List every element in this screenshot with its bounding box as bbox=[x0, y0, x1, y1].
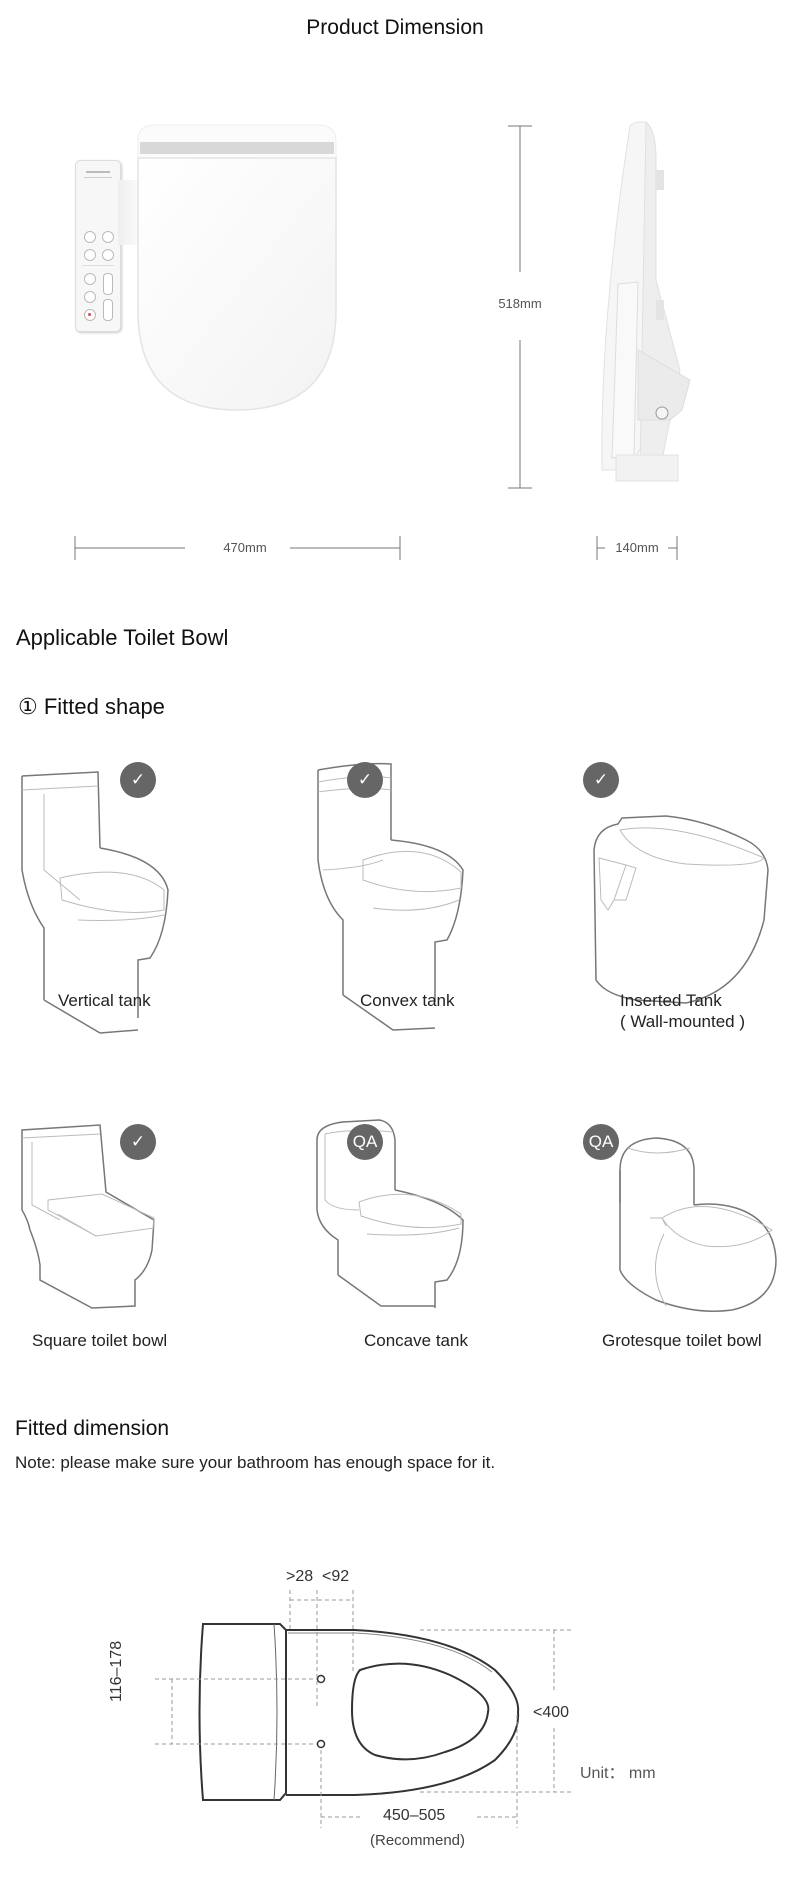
shape-card-concave-tank: QA Concave tank bbox=[263, 1110, 526, 1360]
shape-label: Convex tank bbox=[360, 991, 455, 1010]
width-label: 470mm bbox=[223, 540, 267, 555]
shape-label: Vertical tank bbox=[58, 991, 151, 1010]
check-icon: ✓ bbox=[130, 1132, 146, 1151]
fitted-shape-subheading: ① Fitted shape bbox=[18, 694, 165, 719]
shape-card-vertical-tank: ✓ Vertical tank bbox=[0, 750, 263, 1034]
shape-card-convex-tank: ✓ Convex tank bbox=[263, 750, 526, 1031]
recommend-label: (Recommend) bbox=[370, 1832, 466, 1849]
product-side-view bbox=[601, 120, 691, 482]
width-max-label: <400 bbox=[533, 1704, 570, 1721]
height-label: 518mm bbox=[498, 296, 542, 311]
depth-label: 140mm bbox=[615, 540, 659, 555]
applicable-heading: Applicable Toilet Bowl bbox=[16, 625, 229, 650]
qa-badge: QA bbox=[583, 1124, 619, 1160]
unit-label: Unit： mm bbox=[580, 1765, 656, 1782]
qa-icon: QA bbox=[588, 1132, 614, 1151]
convex-tank-illustration bbox=[317, 762, 464, 1031]
concave-tank-illustration bbox=[316, 1119, 464, 1308]
shape-label-line2: ( Wall-mounted ) bbox=[620, 1012, 746, 1031]
hole-spacing-label: 116–178 bbox=[108, 1640, 125, 1702]
length-range-label: 450–505 bbox=[383, 1807, 446, 1824]
shape-label: Inserted Tank ( Wall-mounted ) bbox=[620, 990, 745, 1032]
shape-card-grotesque-toilet-bowl: QA Grotesque toilet bowl bbox=[526, 1110, 790, 1360]
fitted-dimension-diagram bbox=[155, 1590, 572, 1828]
qa-icon: QA bbox=[352, 1132, 378, 1151]
check-icon: ✓ bbox=[357, 770, 373, 789]
fit-check-badge: ✓ bbox=[583, 762, 619, 798]
shape-card-inserted-tank: ✓ Inserted Tank ( Wall-mounted ) bbox=[526, 750, 790, 1040]
grotesque-toilet-bowl-illustration bbox=[619, 1137, 777, 1312]
fit-check-badge: ✓ bbox=[120, 1124, 156, 1160]
fitted-dimension-heading: Fitted dimension bbox=[15, 1417, 170, 1440]
fit-check-badge: ✓ bbox=[120, 762, 156, 798]
inserted-tank-illustration bbox=[593, 815, 769, 1004]
shape-label-line1: Inserted Tank bbox=[620, 991, 722, 1010]
gap-max-label: <92 bbox=[322, 1568, 350, 1585]
shape-label: Square toilet bowl bbox=[32, 1331, 168, 1350]
shape-label: Concave tank bbox=[364, 1331, 468, 1350]
gap-min-label: >28 bbox=[286, 1568, 314, 1585]
check-icon: ✓ bbox=[130, 770, 146, 789]
shape-card-square-toilet-bowl: ✓ Square toilet bowl bbox=[0, 1110, 263, 1360]
space-note: Note: please make sure your bathroom has… bbox=[15, 1453, 496, 1472]
fit-check-badge: ✓ bbox=[347, 762, 383, 798]
check-icon: ✓ bbox=[593, 770, 609, 789]
qa-badge: QA bbox=[347, 1124, 383, 1160]
shape-label: Grotesque toilet bowl bbox=[602, 1331, 762, 1350]
